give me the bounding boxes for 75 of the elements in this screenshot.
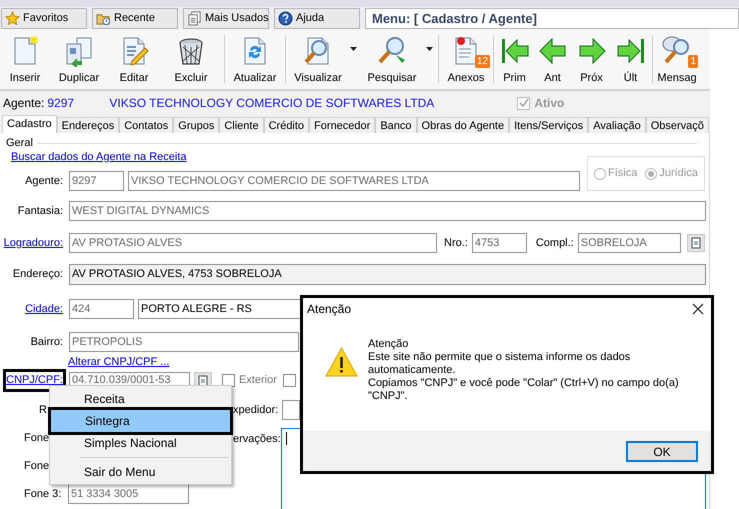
toolbar-button[interactable]: Últ xyxy=(611,29,650,89)
toolbar-button[interactable]: Próx xyxy=(572,29,611,89)
star-icon xyxy=(5,11,20,26)
count-badge: 1 xyxy=(688,55,698,68)
document-icon xyxy=(690,237,702,249)
menu-item[interactable]: Receita xyxy=(50,388,231,410)
tab[interactable]: Banco xyxy=(375,117,417,133)
clipboard-button[interactable] xyxy=(686,234,705,252)
agent-label: Agente: xyxy=(3,95,44,112)
field-label: Fone xyxy=(23,430,50,446)
menu-tab[interactable]: Ajuda xyxy=(274,8,360,29)
toolbar-button[interactable]: Inserir xyxy=(0,29,50,89)
agent-code: 9297 xyxy=(47,95,76,112)
toolbar-button[interactable]: Visualizar xyxy=(288,29,360,89)
agent-name: VIKSO TECHNOLOGY COMERCIO DE SOFTWARES LTDA xyxy=(109,95,436,112)
ok-button[interactable]: OK xyxy=(626,440,698,462)
tab[interactable]: Cadastro xyxy=(2,115,57,133)
toolbar-button[interactable]: Pesquisar xyxy=(360,29,436,89)
toolbar-button[interactable]: Ant xyxy=(533,29,572,89)
field-label: Agente: xyxy=(25,174,63,189)
menu-tab[interactable]: Mais Usados xyxy=(183,8,269,29)
tab[interactable]: Cliente xyxy=(219,117,264,133)
close-icon xyxy=(692,303,704,315)
lookup-link[interactable]: Buscar dados do Agente na Receita xyxy=(11,148,187,166)
toolbar-button[interactable]: Excluir xyxy=(160,29,222,89)
count-badge: 12 xyxy=(474,55,490,68)
toolbar-button[interactable]: Atualizar xyxy=(227,29,283,89)
tab[interactable]: Observaçõ xyxy=(646,117,709,133)
text-field[interactable] xyxy=(282,400,300,420)
tab[interactable]: Fornecedor xyxy=(309,117,376,133)
field-label: Compl.: xyxy=(536,236,574,251)
field-link[interactable]: Cidade: xyxy=(25,300,63,318)
field-label: Bairro: xyxy=(30,334,63,350)
dialog-heading: Atenção xyxy=(368,338,410,351)
tab[interactable]: Obras do Agente xyxy=(416,117,510,133)
field-label: xpedidor: xyxy=(233,402,280,418)
tab[interactable]: Endereços xyxy=(56,117,120,133)
tab[interactable]: Grupos xyxy=(173,117,220,133)
tab[interactable]: Crédito xyxy=(264,117,310,133)
field-label: Fone xyxy=(23,458,50,474)
text-cursor xyxy=(286,432,287,445)
checkbox[interactable] xyxy=(282,374,296,387)
toolbar-button[interactable]: Prim xyxy=(496,29,533,89)
field-label: R xyxy=(39,402,48,418)
tab[interactable]: Contatos xyxy=(119,117,174,133)
close-button[interactable] xyxy=(691,302,705,316)
change-document-link[interactable]: Alterar CNPJ/CPF ... xyxy=(68,354,170,371)
field-label: Nro.: xyxy=(444,236,468,251)
tab[interactable]: Avaliação xyxy=(588,117,646,133)
dialog-message: Este site não permite que o sistema informe os dados automaticamente. Copiamos "CNPJ" e você pode "Colar" (Ctrl+V) no campo do(a) "CNPJ". xyxy=(368,351,679,403)
address-field[interactable]: AV PROTASIO ALVES, 4753 SOBRELOJA xyxy=(69,264,706,285)
toolbar-button[interactable]: Anexos 12 xyxy=(441,29,491,89)
help-icon xyxy=(278,11,293,26)
menu-item[interactable]: Sair do Menu xyxy=(50,461,231,483)
caret-icon xyxy=(426,47,433,51)
menu-title: Menu: [ Cadastro / Agente] xyxy=(365,8,739,29)
menu-tab[interactable]: Favoritos xyxy=(1,8,87,29)
checkbox-label: Exterior xyxy=(239,373,277,388)
field-label: Fone 3: xyxy=(23,486,62,502)
menu-item[interactable]: Sintegra xyxy=(51,410,230,432)
menu-item[interactable]: Simples Nacional xyxy=(50,432,231,454)
field-label: ervações: xyxy=(233,432,281,447)
document-icon xyxy=(197,374,209,386)
toolbar-button[interactable]: Editar xyxy=(108,29,160,89)
caret-icon xyxy=(350,47,357,51)
menu-tab[interactable]: Recente xyxy=(92,8,178,29)
active-label: Ativo xyxy=(534,95,564,112)
tab[interactable]: Itens/Serviços xyxy=(509,117,588,133)
documents-icon xyxy=(187,11,202,26)
field-label: Endereço: xyxy=(12,267,63,282)
toolbar-button[interactable]: Mensag 1 xyxy=(655,29,699,89)
warning-icon xyxy=(325,347,358,377)
field-label: Fantasia: xyxy=(18,204,63,219)
toolbar-button[interactable]: Duplicar xyxy=(50,29,108,89)
group-label: Geral xyxy=(5,136,33,151)
